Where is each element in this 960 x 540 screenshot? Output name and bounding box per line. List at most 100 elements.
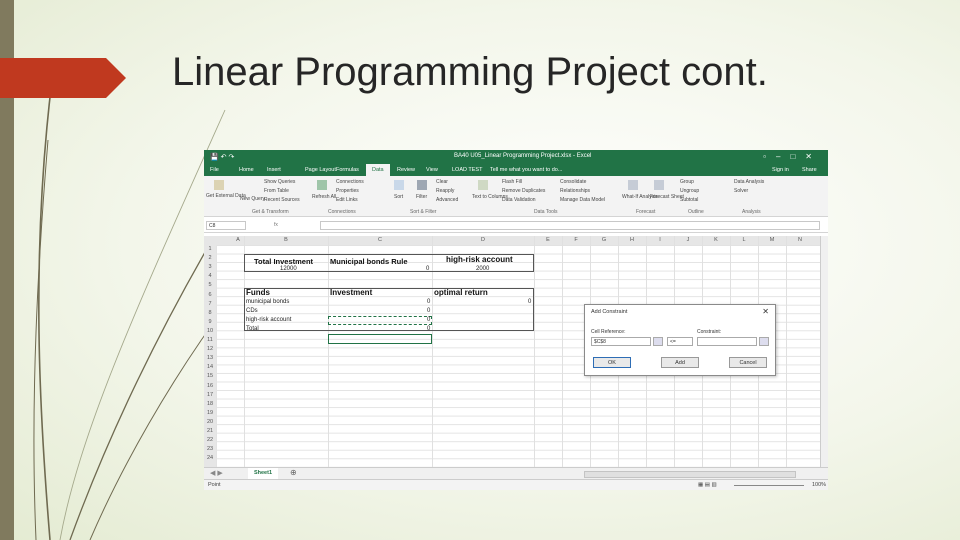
column-header[interactable]: B: [244, 237, 328, 243]
filter-button[interactable]: Filter: [416, 194, 427, 200]
tell-me-search[interactable]: Tell me what you want to do...: [490, 167, 562, 173]
column-header[interactable]: J: [674, 237, 702, 243]
get-external-data-button[interactable]: Get External Data: [206, 193, 246, 199]
close-icon[interactable]: ✕: [762, 307, 769, 316]
column-header[interactable]: L: [730, 237, 758, 243]
fund-cds[interactable]: CDs: [246, 308, 258, 314]
sort-button[interactable]: Sort: [394, 194, 403, 200]
edit-links-button[interactable]: Edit Links: [336, 197, 358, 203]
column-header[interactable]: M: [758, 237, 786, 243]
cancel-button[interactable]: Cancel: [729, 357, 767, 368]
column-header[interactable]: H: [618, 237, 646, 243]
recent-sources-button[interactable]: Recent Sources: [264, 197, 300, 203]
group-button[interactable]: Group: [680, 179, 694, 185]
ok-button[interactable]: OK: [593, 357, 631, 368]
clear-button[interactable]: Clear: [436, 179, 448, 185]
column-header[interactable]: G: [590, 237, 618, 243]
row-header[interactable]: 19: [204, 410, 216, 416]
row-header[interactable]: 18: [204, 401, 216, 407]
reapply-button[interactable]: Reapply: [436, 188, 454, 194]
funds-header[interactable]: Funds: [246, 288, 270, 297]
row-header[interactable]: 15: [204, 373, 216, 379]
tab-insert[interactable]: Insert: [267, 167, 281, 173]
municipal-rule-label[interactable]: Municipal bonds Rule: [330, 257, 408, 266]
row-header[interactable]: 20: [204, 419, 216, 425]
row-header[interactable]: 14: [204, 364, 216, 370]
fund-total[interactable]: Total: [246, 326, 259, 332]
share-button[interactable]: Share: [802, 167, 817, 173]
text-to-columns-button[interactable]: Text to Columns: [472, 194, 508, 200]
column-header[interactable]: K: [702, 237, 730, 243]
tab-formulas[interactable]: Formulas: [336, 167, 359, 173]
name-box[interactable]: C8: [206, 221, 246, 230]
manage-data-model-button[interactable]: Manage Data Model: [560, 197, 605, 203]
row-header[interactable]: 5: [204, 282, 216, 288]
row-header[interactable]: 12: [204, 346, 216, 352]
new-query-button[interactable]: New Query: [240, 196, 265, 202]
column-header[interactable]: E: [534, 237, 562, 243]
vertical-scrollbar[interactable]: [820, 236, 828, 467]
horizontal-scrollbar[interactable]: [584, 471, 796, 478]
column-header[interactable]: F: [562, 237, 590, 243]
row-header[interactable]: 21: [204, 428, 216, 434]
total-investment-label[interactable]: Total Investment: [254, 257, 313, 266]
consolidate-button[interactable]: Consolidate: [560, 179, 586, 185]
row-header[interactable]: 4: [204, 273, 216, 279]
properties-button[interactable]: Properties: [336, 188, 359, 194]
connections-button[interactable]: Connections: [336, 179, 364, 185]
column-header[interactable]: C: [328, 237, 432, 243]
row-header[interactable]: 3: [204, 264, 216, 270]
tab-view[interactable]: View: [426, 167, 438, 173]
investment-total[interactable]: 0: [427, 326, 430, 332]
investment-cds[interactable]: 0: [427, 308, 430, 314]
cell-reference-input[interactable]: $C$8: [591, 337, 651, 346]
tab-review[interactable]: Review: [397, 167, 415, 173]
tab-load-test[interactable]: LOAD TEST: [452, 167, 482, 173]
relationships-button[interactable]: Relationships: [560, 188, 590, 194]
row-header[interactable]: 11: [204, 337, 216, 343]
fund-municipal-bonds[interactable]: municipal bonds: [246, 299, 289, 305]
tab-home[interactable]: Home: [239, 167, 254, 173]
investment-header[interactable]: Investment: [330, 288, 372, 297]
tab-data[interactable]: Data: [366, 164, 390, 176]
solver-button[interactable]: Solver: [734, 188, 748, 194]
row-header[interactable]: 8: [204, 310, 216, 316]
row-header[interactable]: 17: [204, 392, 216, 398]
from-table-button[interactable]: From Table: [264, 188, 289, 194]
row-header[interactable]: 9: [204, 319, 216, 325]
window-controls[interactable]: ▫–□✕: [763, 152, 822, 161]
row-header[interactable]: 10: [204, 328, 216, 334]
view-buttons-icon[interactable]: ▦ ▤ ▥: [698, 482, 717, 488]
constraint-input[interactable]: [697, 337, 757, 346]
high-risk-value[interactable]: 2000: [476, 266, 489, 272]
row-header[interactable]: 24: [204, 455, 216, 461]
row-header[interactable]: 7: [204, 301, 216, 307]
add-button[interactable]: Add: [661, 357, 699, 368]
add-sheet-icon[interactable]: ⊕: [290, 468, 297, 477]
show-queries-button[interactable]: Show Queries: [264, 179, 295, 185]
operator-select[interactable]: <=: [667, 337, 693, 346]
advanced-button[interactable]: Advanced: [436, 197, 458, 203]
row-header[interactable]: 1: [204, 246, 216, 252]
data-analysis-button[interactable]: Data Analysis: [734, 179, 764, 185]
data-validation-button[interactable]: Data Validation: [502, 197, 536, 203]
fx-icon[interactable]: fx: [274, 222, 278, 228]
zoom-level[interactable]: 100%: [812, 482, 826, 488]
row-header[interactable]: 2: [204, 255, 216, 261]
range-select-icon[interactable]: [759, 337, 769, 346]
selected-cell[interactable]: [328, 334, 432, 344]
tab-file[interactable]: File: [210, 167, 219, 173]
column-header[interactable]: I: [646, 237, 674, 243]
formula-input[interactable]: [320, 221, 820, 230]
column-header[interactable]: D: [432, 237, 534, 243]
fund-high-risk-account[interactable]: high-risk account: [246, 317, 291, 323]
refresh-all-button[interactable]: Refresh All: [312, 194, 336, 200]
investment-municipal[interactable]: 0: [427, 299, 430, 305]
range-select-icon[interactable]: [653, 337, 663, 346]
row-header[interactable]: 23: [204, 446, 216, 452]
row-header[interactable]: 16: [204, 383, 216, 389]
column-header[interactable]: N: [786, 237, 814, 243]
optimal-return-header[interactable]: optimal return: [434, 288, 488, 297]
row-header[interactable]: 6: [204, 292, 216, 298]
remove-duplicates-button[interactable]: Remove Duplicates: [502, 188, 545, 194]
